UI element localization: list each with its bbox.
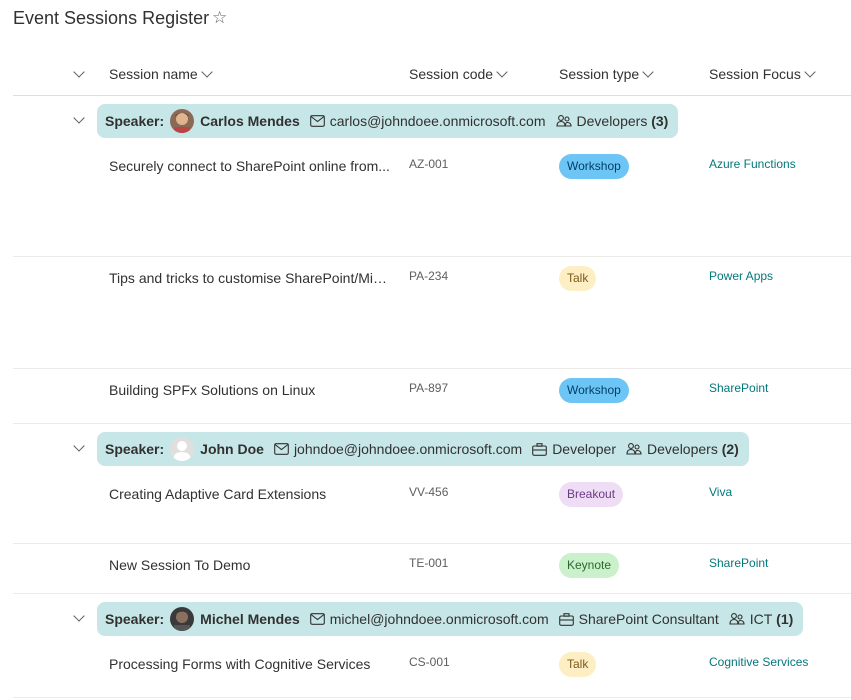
- people-team-icon: [626, 442, 642, 456]
- speaker-role: Developer: [552, 441, 617, 457]
- group-label: Speaker:: [105, 113, 165, 129]
- chevron-down-icon: [642, 65, 654, 78]
- row-divider: [13, 543, 851, 544]
- session-name[interactable]: Processing Forms with Cognitive Services: [109, 656, 391, 672]
- session-code: PA-897: [409, 381, 449, 395]
- session-code: TE-001: [409, 556, 449, 570]
- group-label: Speaker:: [105, 441, 165, 457]
- avatar: [170, 109, 195, 133]
- speaker-email: carlos@johndoee.onmicrosoft.com: [329, 113, 546, 129]
- speaker-role: SharePoint Consultant: [578, 611, 719, 627]
- group-count: (3): [651, 113, 669, 129]
- session-type-badge: Breakout: [559, 482, 624, 507]
- group-label: Speaker:: [105, 611, 165, 627]
- avatar: [170, 437, 195, 461]
- column-header-session-type[interactable]: Session type: [559, 65, 654, 82]
- speaker-team: Developers: [576, 113, 648, 129]
- group-collapse-chevron-icon[interactable]: [69, 608, 89, 628]
- speaker-team: Developers: [647, 441, 718, 457]
- mail-icon: [309, 613, 325, 625]
- row-divider: [13, 368, 851, 369]
- session-code: VV-456: [409, 485, 449, 499]
- session-name[interactable]: Creating Adaptive Card Extensions: [109, 486, 391, 502]
- star-icon[interactable]: ☆: [212, 8, 227, 28]
- briefcase-icon: [558, 612, 574, 626]
- session-name[interactable]: Building SPFx Solutions on Linux: [109, 382, 391, 398]
- avatar: [170, 607, 195, 631]
- session-focus-link[interactable]: SharePoint: [709, 556, 768, 570]
- session-type-badge: Workshop: [559, 154, 629, 179]
- session-code: PA-234: [409, 269, 449, 283]
- speaker-email: johndoe@johndoee.onmicrosoft.com: [293, 441, 523, 457]
- mail-icon: [309, 115, 325, 127]
- session-focus-link[interactable]: SharePoint: [709, 381, 768, 395]
- column-header-label: Session Focus: [709, 66, 801, 82]
- chevron-down-icon: [496, 65, 508, 78]
- column-header-session-code[interactable]: Session code: [409, 65, 508, 82]
- row-divider: [13, 593, 851, 594]
- session-focus-link[interactable]: Viva: [709, 485, 732, 499]
- page-title: Event Sessions Register: [13, 8, 210, 28]
- speaker-name: Carlos Mendes: [200, 113, 300, 129]
- group-count: (2): [721, 441, 739, 457]
- speaker-email: michel@johndoee.onmicrosoft.com: [329, 611, 549, 627]
- session-focus-link[interactable]: Power Apps: [709, 269, 773, 283]
- speaker-name: Michel Mendes: [200, 611, 300, 627]
- session-type-badge: Keynote: [559, 553, 620, 578]
- session-name[interactable]: New Session To Demo: [109, 557, 391, 573]
- mail-icon: [274, 443, 289, 455]
- group-header-carlos-mendes[interactable]: Speaker: Carlos Mendes carlos@johndoee.o…: [97, 104, 679, 138]
- column-header-label: Session type: [559, 66, 640, 82]
- row-divider: [13, 256, 851, 257]
- session-code: AZ-001: [409, 157, 449, 171]
- speaker-name: John Doe: [200, 441, 264, 457]
- column-header-session-name[interactable]: Session name: [109, 65, 213, 82]
- collapse-all-chevron-icon[interactable]: [69, 64, 89, 84]
- row-divider: [13, 423, 851, 424]
- people-team-icon: [729, 612, 745, 626]
- session-focus-link[interactable]: Azure Functions: [709, 157, 796, 171]
- group-header-michel-mendes[interactable]: Speaker: Michel Mendes michel@johndoee.o…: [97, 602, 804, 636]
- chevron-down-icon: [804, 65, 816, 78]
- column-header-session-focus[interactable]: Session Focus: [709, 65, 816, 82]
- session-type-badge: Talk: [559, 652, 597, 677]
- row-divider: [13, 697, 851, 698]
- session-code: CS-001: [409, 655, 450, 669]
- session-type-badge: Talk: [559, 266, 597, 291]
- speaker-team: ICT: [749, 611, 773, 627]
- people-team-icon: [555, 114, 572, 128]
- session-type-badge: Workshop: [559, 378, 629, 403]
- session-focus-link[interactable]: Cognitive Services: [709, 655, 808, 669]
- group-collapse-chevron-icon[interactable]: [69, 438, 89, 458]
- session-name[interactable]: Securely connect to SharePoint online fr…: [109, 158, 391, 174]
- group-collapse-chevron-icon[interactable]: [69, 110, 89, 130]
- column-header-label: Session name: [109, 66, 198, 82]
- group-count: (1): [776, 611, 794, 627]
- group-header-john-doe[interactable]: Speaker: John Doe johndoe@johndoee.onmic…: [97, 432, 749, 466]
- briefcase-icon: [532, 442, 548, 456]
- column-header-label: Session code: [409, 66, 494, 82]
- session-name[interactable]: Tips and tricks to customise SharePoint/…: [109, 270, 391, 286]
- chevron-down-icon: [201, 65, 213, 78]
